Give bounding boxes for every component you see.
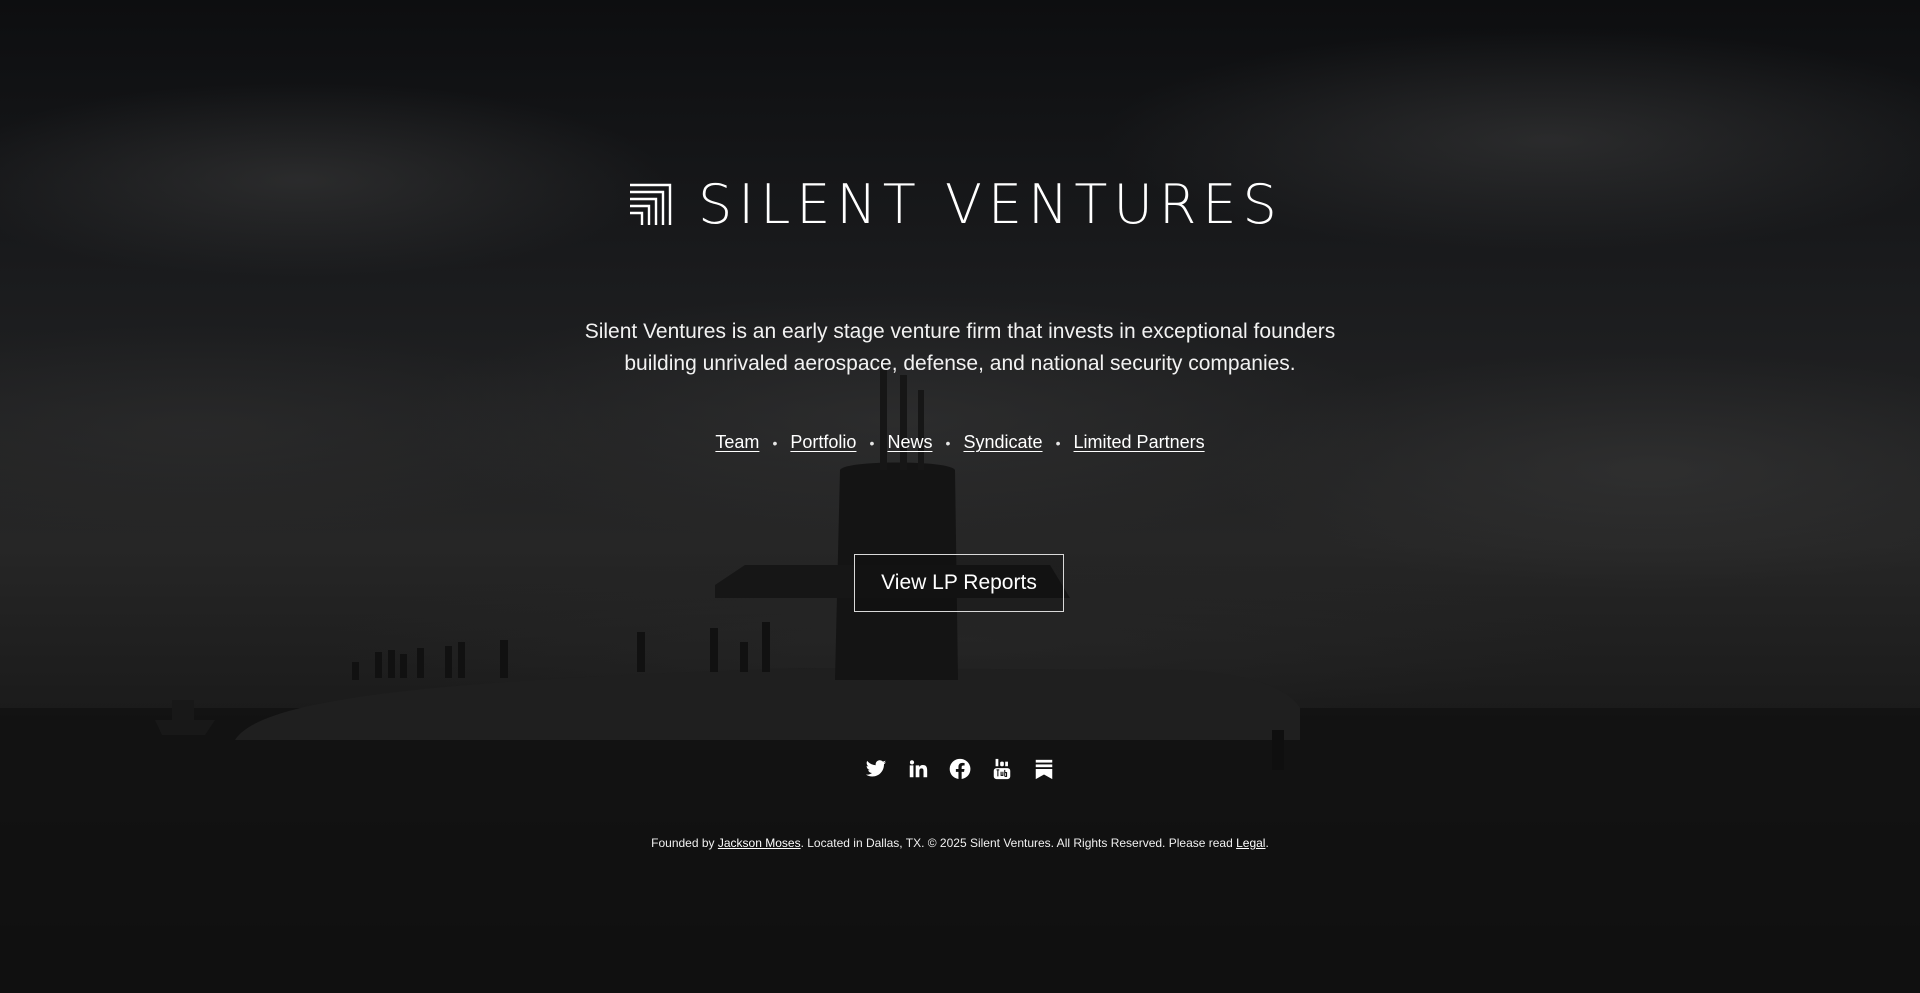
- tagline: Silent Ventures is an early stage ventur…: [0, 316, 1920, 380]
- linkedin-icon-glyph: [909, 760, 928, 778]
- nav-separator: •: [772, 434, 778, 451]
- brand-name: SILENT VENTURES: [698, 173, 1283, 236]
- founder-link[interactable]: Jackson Moses: [718, 836, 801, 850]
- linkedin-icon[interactable]: [907, 758, 929, 780]
- twitter-icon[interactable]: [865, 758, 887, 780]
- facebook-icon[interactable]: [949, 758, 971, 780]
- view-lp-reports-button[interactable]: View LP Reports: [854, 554, 1064, 612]
- youtube-icon[interactable]: [991, 758, 1013, 780]
- footer-prefix: Founded by: [651, 836, 718, 850]
- tagline-line-2: building unrivaled aerospace, defense, a…: [624, 352, 1296, 375]
- nav-separator: •: [1055, 434, 1061, 451]
- nav-link-syndicate[interactable]: Syndicate: [963, 432, 1042, 453]
- main-nav: Team • Portfolio • News • Syndicate • Li…: [0, 432, 1920, 453]
- nav-link-portfolio[interactable]: Portfolio: [790, 432, 856, 453]
- nav-link-news[interactable]: News: [887, 432, 932, 453]
- substack-icon-glyph: [1035, 759, 1053, 780]
- footer: Founded by Jackson Moses. Located in Dal…: [0, 836, 1920, 850]
- social-links: [0, 758, 1920, 780]
- legal-link[interactable]: Legal: [1236, 836, 1265, 850]
- facebook-icon-glyph: [949, 758, 971, 779]
- footer-suffix: .: [1265, 836, 1269, 850]
- youtube-icon-glyph: [993, 758, 1011, 780]
- tagline-line-1: Silent Ventures is an early stage ventur…: [584, 320, 1336, 343]
- nav-separator: •: [869, 434, 875, 451]
- footer-middle: . Located in Dallas, TX. © 2025 Silent V…: [800, 836, 1237, 850]
- brand-logo[interactable]: SILENT VENTURES: [628, 178, 1283, 232]
- nav-separator: •: [945, 434, 951, 451]
- nav-link-limited-partners[interactable]: Limited Partners: [1074, 432, 1205, 453]
- twitter-icon-glyph: [865, 760, 887, 777]
- substack-icon[interactable]: [1033, 758, 1055, 780]
- stacked-lines-logo-icon: [630, 183, 672, 225]
- nav-link-team[interactable]: Team: [715, 432, 759, 453]
